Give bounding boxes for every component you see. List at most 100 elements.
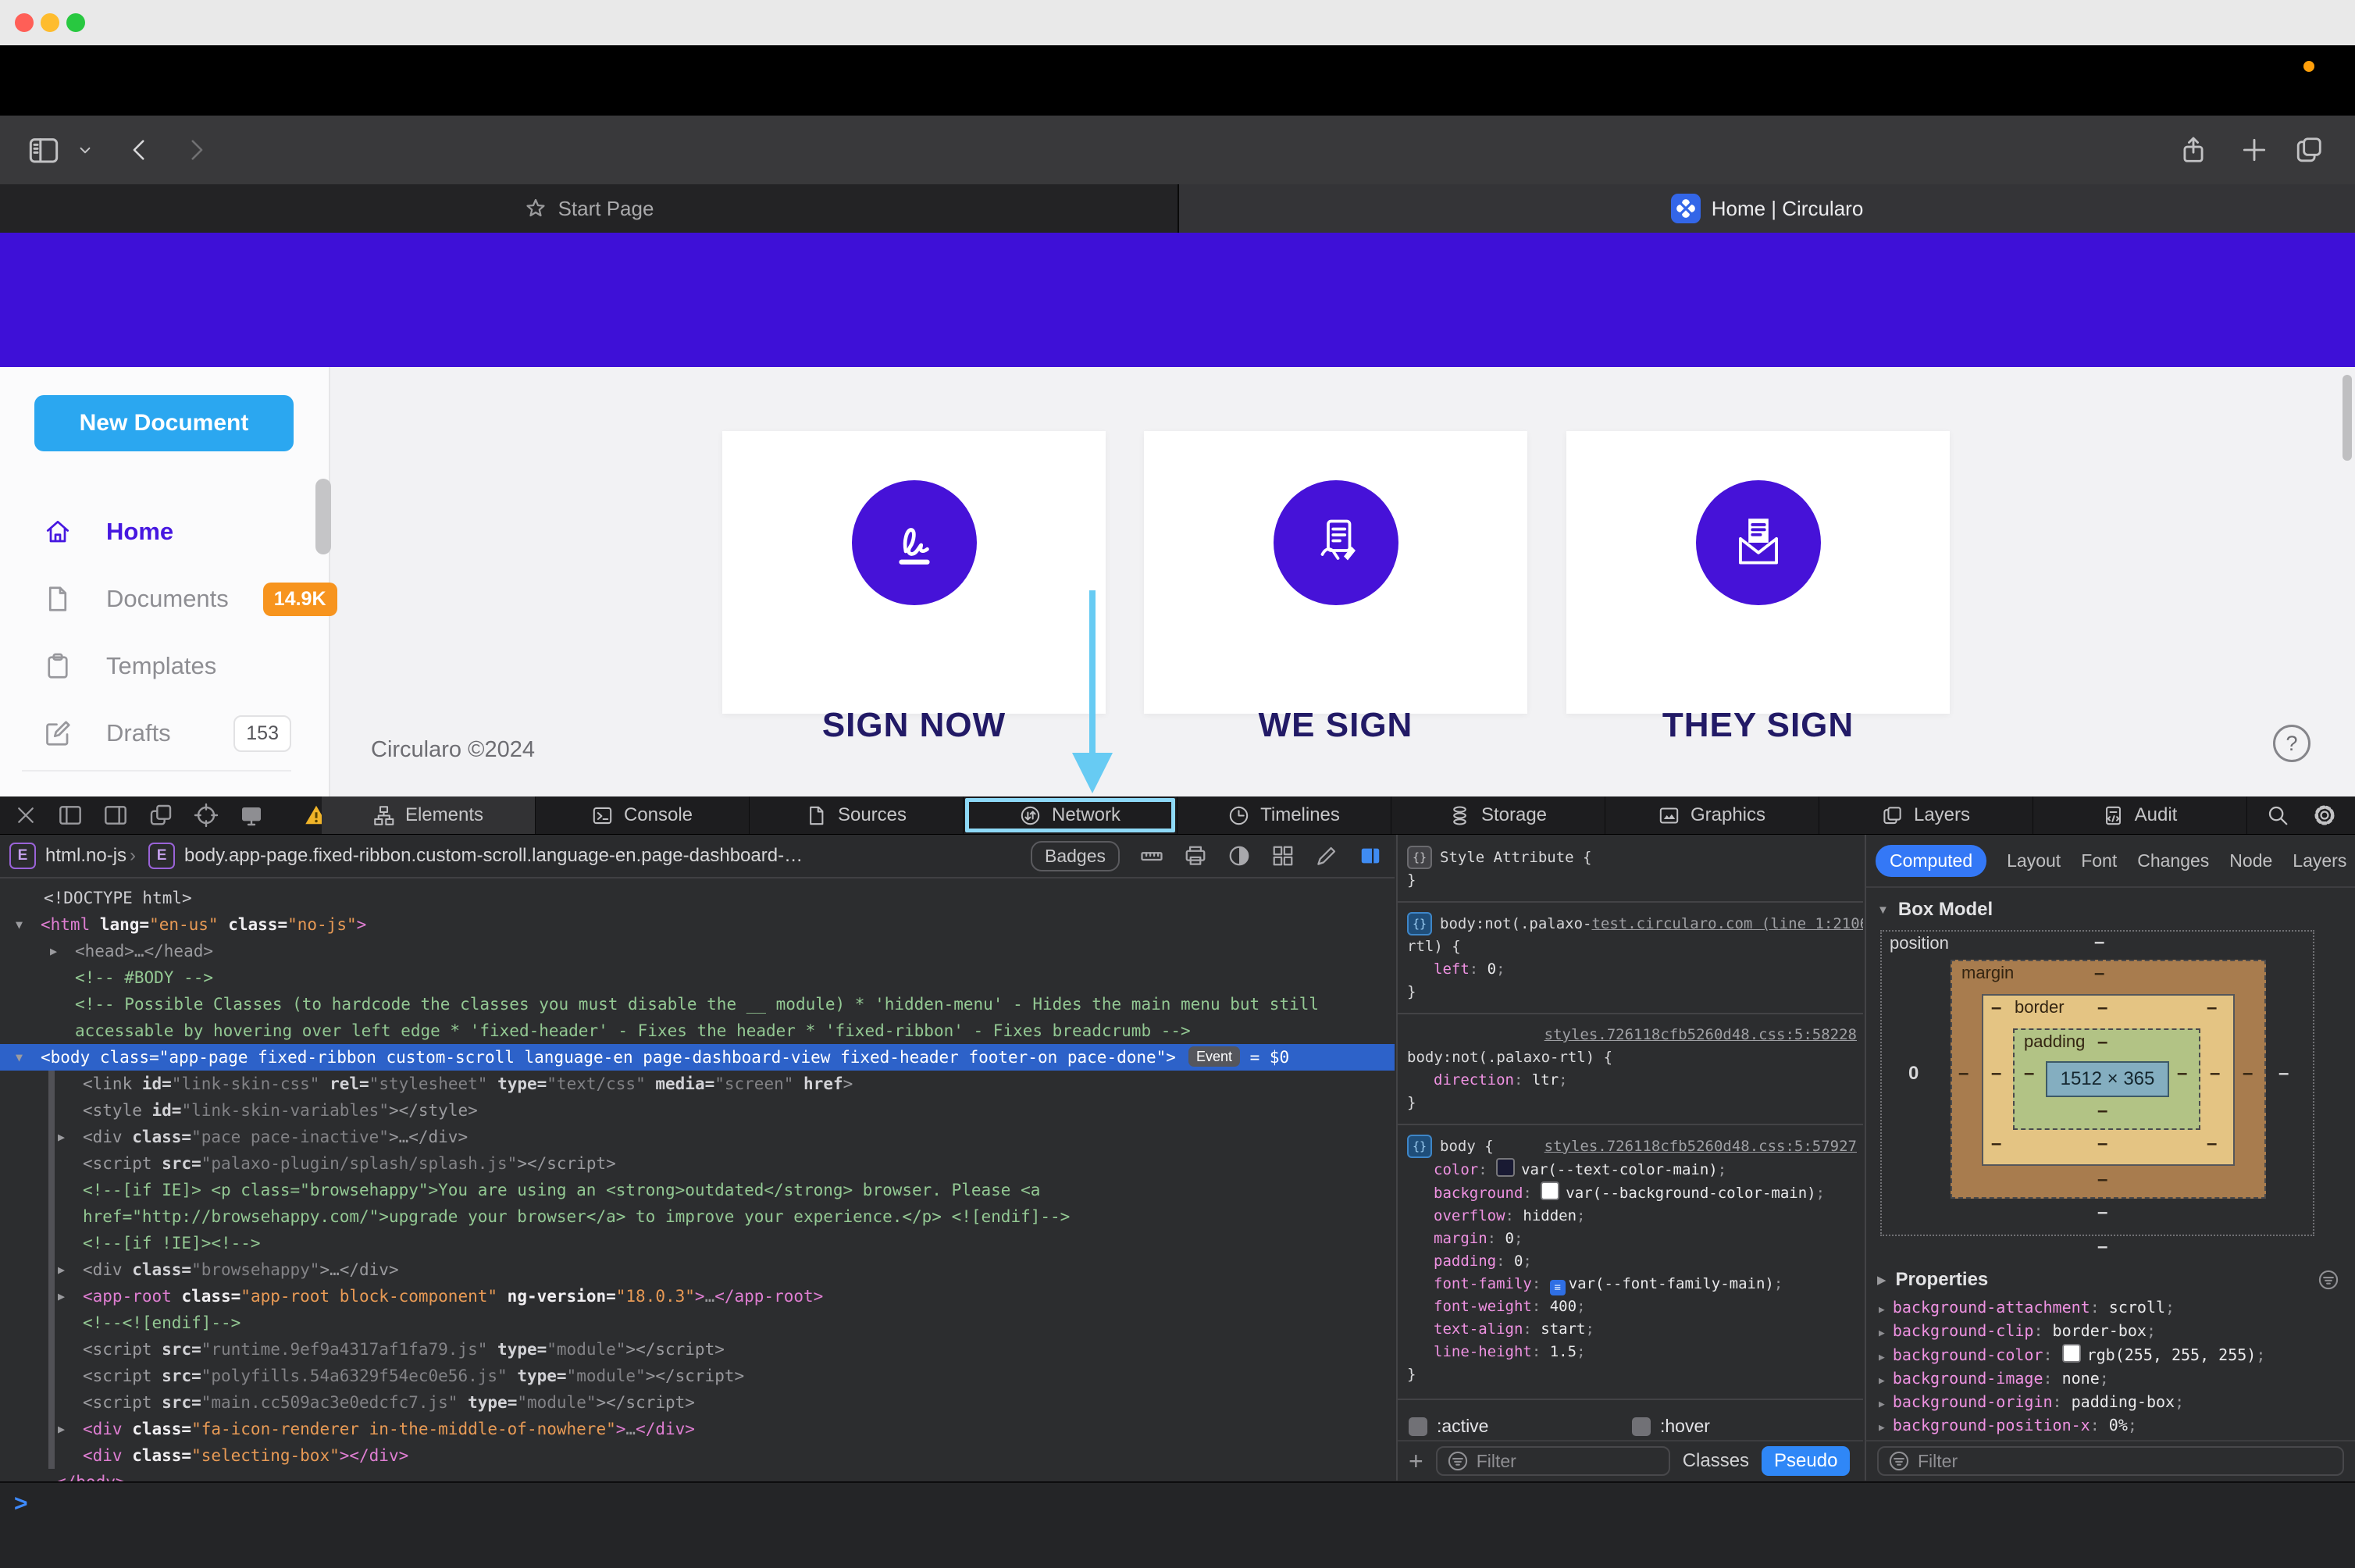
dom-tree-row[interactable]: ▶<div class="fa-icon-renderer in-the-mid…: [0, 1416, 1395, 1442]
disclosure-closed-icon[interactable]: ▶: [1879, 1422, 1885, 1434]
computed-property-row[interactable]: ▶background-clip: border-box;: [1866, 1320, 2355, 1344]
disclosure-closed-icon[interactable]: ▶: [58, 1256, 65, 1283]
disclosure-open-icon[interactable]: ▼: [16, 1044, 23, 1071]
tabs-overview-icon[interactable]: [2294, 135, 2324, 165]
share-icon[interactable]: [2179, 135, 2208, 165]
sidebar-tab-font[interactable]: Font: [2081, 850, 2117, 871]
console-prompt-chevron[interactable]: >: [14, 1491, 28, 1517]
style-property[interactable]: text-align: start;: [1407, 1318, 1857, 1341]
sidebar-tab-layers[interactable]: Layers: [2293, 850, 2346, 871]
dom-tree-row[interactable]: ▶<div class="pace pace-inactive">…</div>: [0, 1124, 1395, 1150]
dom-tree[interactable]: <!DOCTYPE html>▼<html lang="en-us" class…: [0, 878, 1395, 1521]
dom-tree-row[interactable]: <style id="link-skin-variables"></style>: [0, 1097, 1395, 1124]
sidebar-item-drafts[interactable]: Drafts153: [0, 700, 329, 767]
sidebar-chevron-down-icon[interactable]: [75, 140, 95, 160]
style-property[interactable]: direction: ltr;: [1407, 1069, 1857, 1092]
sidebar-tab-computed[interactable]: Computed: [1876, 845, 1986, 877]
disclosure-closed-icon[interactable]: ▶: [1879, 1304, 1885, 1316]
computed-property-row[interactable]: ▶background-color: rgb(255, 255, 255);: [1866, 1344, 2355, 1368]
box-model-dash[interactable]: –: [2243, 1063, 2253, 1085]
styles-filter-input[interactable]: Filter: [1436, 1446, 1670, 1476]
style-property[interactable]: background: var(--background-color-main)…: [1407, 1181, 1857, 1205]
forward-button[interactable]: [183, 137, 209, 163]
sidebar-item-templates[interactable]: Templates: [0, 633, 329, 700]
pseudo-toggle-hover[interactable]: :hover: [1632, 1416, 1855, 1437]
dom-tree-row[interactable]: <div class="selecting-box"></div>: [0, 1442, 1395, 1469]
dom-tree-row[interactable]: <!-- Possible Classes (to hardcode the c…: [0, 991, 1395, 1017]
style-source-link[interactable]: styles.726118cfb5260d48.css:5:58228: [1544, 1024, 1857, 1046]
sidebar-tab-node[interactable]: Node: [2229, 850, 2272, 871]
add-rule-button[interactable]: +: [1409, 1449, 1423, 1474]
dom-tree-row[interactable]: ▶<div class="browsehappy">…</div>: [0, 1256, 1395, 1283]
close-window-button[interactable]: [15, 13, 34, 32]
dom-tree-row[interactable]: accessable by hovering over left edge * …: [0, 1017, 1395, 1044]
disclosure-closed-icon[interactable]: ▶: [58, 1283, 65, 1310]
sidebar-item-home[interactable]: Home: [0, 498, 329, 565]
dock-bottom-icon[interactable]: [103, 803, 128, 828]
checkbox[interactable]: [1632, 1417, 1651, 1436]
tab-layers[interactable]: Layers: [1819, 796, 2033, 834]
badges-button[interactable]: Badges: [1031, 841, 1120, 871]
disclosure-closed-icon[interactable]: ▶: [50, 938, 57, 964]
card-we-sign[interactable]: WE SIGN: [1144, 431, 1527, 714]
dom-tree-row[interactable]: <!--[if !IE]><!-->: [0, 1230, 1395, 1256]
checkbox[interactable]: [1409, 1417, 1427, 1436]
box-model-header[interactable]: ▼Box Model: [1866, 888, 2355, 927]
style-property[interactable]: font-family: ≡var(--font-family-main);: [1407, 1273, 1857, 1295]
edit-icon[interactable]: [1315, 844, 1338, 868]
new-document-button[interactable]: New Document: [34, 395, 294, 451]
tab-audit[interactable]: Audit: [2033, 796, 2247, 834]
inline-style-header[interactable]: {}Style Attribute {: [1407, 846, 1857, 869]
box-model-dash[interactable]: –: [2097, 1202, 2107, 1224]
sidebar-item-documents[interactable]: Documents14.9K: [0, 565, 329, 633]
breadcrumb-body[interactable]: body.app-page.fixed-ribbon.custom-scroll…: [184, 845, 803, 867]
dom-tree-row[interactable]: ▶<head>…</head>: [0, 938, 1395, 964]
inspector-settings-gear-icon[interactable]: [2313, 804, 2336, 827]
disclosure-closed-icon[interactable]: ▶: [1879, 1375, 1885, 1387]
properties-header[interactable]: ▶Properties: [1866, 1258, 2355, 1297]
dom-tree-row[interactable]: <script src="main.cc509ac3e0edcfc7.js" t…: [0, 1389, 1395, 1416]
style-property[interactable]: margin: 0;: [1407, 1228, 1857, 1250]
device-icon[interactable]: [239, 803, 264, 828]
tab-console[interactable]: Console: [536, 796, 750, 834]
breadcrumb-html[interactable]: html.no-js: [45, 845, 126, 867]
dom-tree-row[interactable]: <script src="runtime.9ef9a4317af1fa79.js…: [0, 1336, 1395, 1363]
tab-sources[interactable]: Sources: [750, 796, 964, 834]
box-model-dash[interactable]: –: [2097, 1169, 2107, 1191]
help-button[interactable]: ?: [2273, 725, 2310, 762]
disclosure-closed-icon[interactable]: ▶: [1879, 1327, 1885, 1339]
classes-button[interactable]: Classes: [1683, 1450, 1749, 1472]
rule-selector-row[interactable]: body:not(.palaxo-rtl) {: [1407, 1046, 1857, 1069]
box-model-dash[interactable]: –: [2097, 1133, 2107, 1155]
disclosure-closed-icon[interactable]: ▶: [58, 1416, 65, 1442]
card-they-sign[interactable]: THEY SIGN: [1566, 431, 1950, 714]
disclosure-open-icon[interactable]: ▼: [16, 911, 23, 938]
details-sidebar-toggle-icon[interactable]: [1359, 844, 1382, 868]
new-tab-icon[interactable]: [2239, 135, 2269, 165]
grid-overlay-icon[interactable]: [1271, 844, 1295, 868]
box-model-dash[interactable]: –: [1958, 1063, 1968, 1085]
rule-selector-row[interactable]: {}body {styles.726118cfb5260d48.css:5:57…: [1407, 1135, 1857, 1158]
computed-property-row[interactable]: ▶background-origin: padding-box;: [1866, 1392, 2355, 1415]
position-left-value[interactable]: 0: [1908, 1063, 1919, 1085]
computed-property-row[interactable]: ▶background-position-x: 0%;: [1866, 1415, 2355, 1438]
box-model-dash[interactable]: –: [2278, 1063, 2289, 1085]
dom-tree-row[interactable]: href="http://browsehappy.com/">upgrade y…: [0, 1203, 1395, 1230]
style-property[interactable]: line-height: 1.5;: [1407, 1341, 1857, 1363]
rule-selector-row[interactable]: {}body:not(.palaxo-test.circularo.com (l…: [1407, 912, 1857, 935]
page-scrollbar[interactable]: [2343, 375, 2352, 461]
dom-tree-row[interactable]: <!DOCTYPE html>: [0, 885, 1395, 911]
back-button[interactable]: [126, 137, 153, 163]
dom-tree-row[interactable]: <script src="polyfills.54a6329f54ec0e56.…: [0, 1363, 1395, 1389]
dom-tree-row[interactable]: <link id="link-skin-css" rel="stylesheet…: [0, 1071, 1395, 1097]
style-property[interactable]: overflow: hidden;: [1407, 1205, 1857, 1228]
browser-tab-start-page[interactable]: Start Page: [0, 184, 1179, 233]
box-model-dash[interactable]: –: [1991, 1063, 2001, 1085]
tab-network[interactable]: Network: [964, 796, 1178, 834]
box-model-dash[interactable]: –: [1991, 1133, 2001, 1155]
tab-graphics[interactable]: Graphics: [1605, 796, 1819, 834]
computed-property-row[interactable]: ▶background-image: none;: [1866, 1368, 2355, 1392]
detach-icon[interactable]: [148, 803, 173, 828]
sidebar-tab-changes[interactable]: Changes: [2137, 850, 2209, 871]
computed-property-row[interactable]: ▶background-attachment: scroll;: [1866, 1297, 2355, 1320]
